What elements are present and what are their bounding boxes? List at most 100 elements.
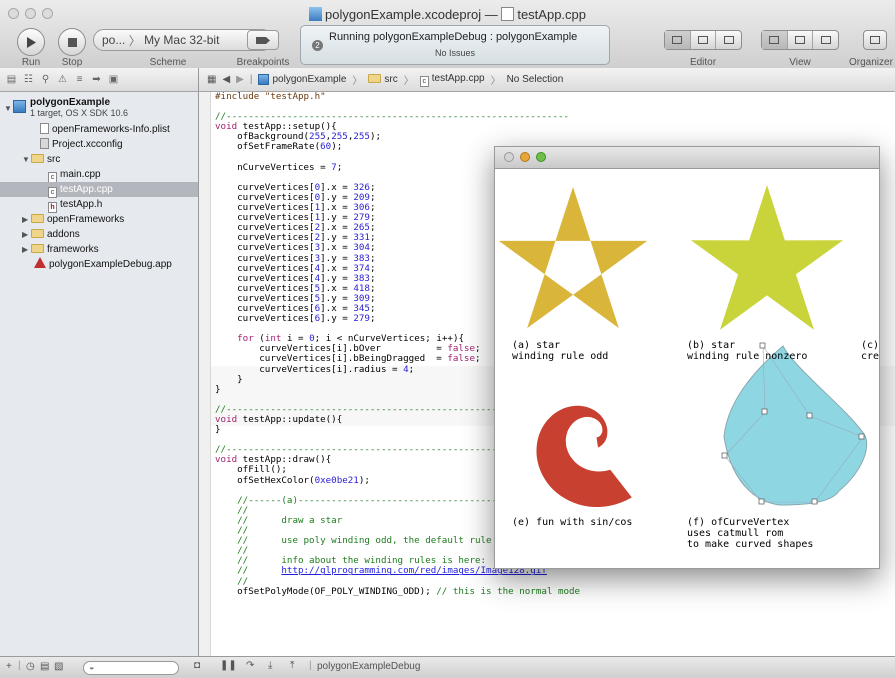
scm-files-icon[interactable]: ▧ [54, 661, 63, 672]
navigator-selector-bar: ▤ ☷ ⚲ ⚠ ≡ ➡ ▣ [0, 68, 199, 92]
editor-gutter[interactable] [199, 92, 211, 656]
standard-editor-icon [672, 36, 683, 44]
disclosure-open-icon[interactable]: ▼ [22, 152, 31, 167]
tree-item-testapp-cpp[interactable]: c testApp.cpp [0, 182, 198, 198]
app-window-titlebar[interactable] [495, 147, 879, 169]
navigator-filter-field[interactable]: ◒ [83, 661, 179, 675]
app-zoom-button[interactable] [536, 152, 546, 162]
step-out-icon[interactable]: ⤒ [290, 660, 294, 671]
breadcrumb-file[interactable]: c testApp.cpp [419, 73, 485, 87]
scheme-label: Scheme [149, 57, 187, 68]
caption-c-line2: cre [861, 351, 879, 362]
symbol-navigator-icon[interactable]: ☷ [23, 74, 34, 85]
search-navigator-icon[interactable]: ⚲ [40, 74, 51, 85]
utilities-toggle-button[interactable] [813, 31, 838, 49]
folder-icon [31, 214, 44, 223]
assistant-editor-button[interactable] [691, 31, 717, 49]
disclosure-open-icon[interactable]: ▼ [4, 103, 13, 114]
version-editor-button[interactable] [716, 31, 741, 49]
folder-icon [368, 74, 382, 83]
run-button[interactable] [17, 28, 45, 56]
organizer-button[interactable] [863, 30, 887, 50]
project-navigator: ▼ polygonExample 1 target, OS X SDK 10.6… [0, 92, 199, 656]
code-line[interactable]: #include "testApp.h" [215, 92, 580, 102]
pause-icon[interactable]: ❚❚ [220, 660, 237, 671]
chevron-right-icon: 〉 [352, 76, 363, 87]
chevron-right-icon: 〉 [403, 76, 414, 87]
tree-item-xcconfig[interactable]: Project.xcconfig [0, 137, 198, 152]
app-close-button[interactable] [504, 152, 514, 162]
caption-a-line1: (a) star [512, 340, 560, 351]
curve-blob [723, 345, 868, 506]
divider: | [18, 660, 21, 671]
back-arrow-icon[interactable]: ◀ [222, 74, 230, 85]
breadcrumb-project[interactable]: polygonExample [258, 74, 346, 85]
breakpoint-navigator-icon[interactable]: ➡ [91, 74, 102, 85]
app-minimize-button[interactable] [520, 152, 530, 162]
app-canvas[interactable]: (a) star winding rule odd (b) star windi… [495, 169, 879, 569]
view-label: View [789, 57, 811, 68]
caption-b-line1: (b) star [687, 340, 735, 351]
standard-editor-button[interactable] [665, 31, 691, 49]
tree-item-addons[interactable]: ▶ addons [0, 227, 198, 242]
tree-item-label: polygonExample [30, 97, 111, 108]
tree-item-detail: 1 target, OS X SDK 10.6 [30, 108, 129, 118]
related-files-icon[interactable]: ▦ [207, 74, 216, 85]
project-navigator-icon[interactable]: ▤ [6, 74, 17, 85]
issue-navigator-icon[interactable]: ⚠ [57, 74, 68, 85]
edited-files-icon[interactable]: ▤ [40, 661, 49, 672]
activity-viewer[interactable]: 2 Running polygonExampleDebug : polygonE… [300, 25, 610, 65]
breadcrumb-label: polygonExample [272, 74, 347, 85]
stop-button[interactable] [58, 28, 86, 56]
divider: | [249, 74, 253, 85]
add-icon[interactable]: + [6, 661, 12, 672]
tree-item-label: addons [47, 229, 80, 240]
breadcrumb-symbol[interactable]: No Selection [507, 74, 564, 85]
vertex-handle[interactable] [811, 498, 818, 505]
tree-item-openframeworks[interactable]: ▶ openFrameworks [0, 212, 198, 227]
disclosure-closed-icon[interactable]: ▶ [22, 212, 31, 227]
breakpoints-button[interactable] [247, 30, 279, 50]
debug-area-toggle-button[interactable] [788, 31, 814, 49]
breadcrumb-folder[interactable]: src [368, 74, 398, 85]
star-tip [573, 274, 619, 329]
spiral-shape [536, 405, 632, 507]
assistant-editor-icon [698, 36, 708, 44]
tree-item-plist[interactable]: openFrameworks-Info.plist [0, 122, 198, 137]
hide-debug-area-icon[interactable]: ◘ [194, 660, 200, 671]
window-title-project: polygonExample.xcodeproj [324, 7, 482, 22]
vertex-handle[interactable] [806, 412, 813, 419]
tree-item-label: src [47, 154, 61, 165]
step-over-icon[interactable]: ↷ [246, 660, 254, 671]
folder-icon [31, 229, 44, 238]
tree-item-label: frameworks [47, 244, 99, 255]
scheme-selector[interactable]: po... 〉 My Mac 32-bit [93, 29, 273, 51]
vertex-handle[interactable] [721, 452, 728, 459]
recent-files-icon[interactable]: ◷ [26, 661, 35, 672]
forward-arrow-icon[interactable]: ▶ [236, 74, 244, 85]
disclosure-closed-icon[interactable]: ▶ [22, 227, 31, 242]
divider: | [309, 660, 312, 671]
tree-item-testapp-h[interactable]: h testApp.h [0, 197, 198, 213]
star-tip [590, 240, 648, 275]
window-title-sep: — [484, 7, 498, 22]
vertex-handle[interactable] [759, 342, 766, 349]
tree-item-label: openFrameworks-Info.plist [52, 124, 170, 135]
tree-item-src[interactable]: ▼ src [0, 152, 198, 167]
debug-navigator-icon[interactable]: ≡ [74, 74, 85, 85]
utilities-pane-icon [820, 36, 831, 44]
chevron-right-icon: 〉 [490, 76, 501, 87]
vertex-handle[interactable] [858, 433, 865, 440]
step-into-icon[interactable]: ⤓ [268, 660, 272, 671]
tree-item-project[interactable]: ▼ polygonExample 1 target, OS X SDK 10.6 [0, 96, 198, 120]
tree-item-label: polygonExampleDebug.app [49, 259, 172, 270]
navigator-toggle-button[interactable] [762, 31, 788, 49]
vertex-handle[interactable] [761, 408, 768, 415]
tree-item-main-cpp[interactable]: c main.cpp [0, 167, 198, 183]
tree-item-app-product[interactable]: polygonExampleDebug.app [0, 257, 198, 272]
log-navigator-icon[interactable]: ▣ [108, 74, 119, 85]
disclosure-closed-icon[interactable]: ▶ [22, 242, 31, 257]
tree-item-frameworks[interactable]: ▶ frameworks [0, 242, 198, 257]
code-line[interactable]: ofSetPolyMode(OF_POLY_WINDING_ODD); // t… [215, 586, 580, 597]
vertex-handle[interactable] [758, 498, 765, 505]
